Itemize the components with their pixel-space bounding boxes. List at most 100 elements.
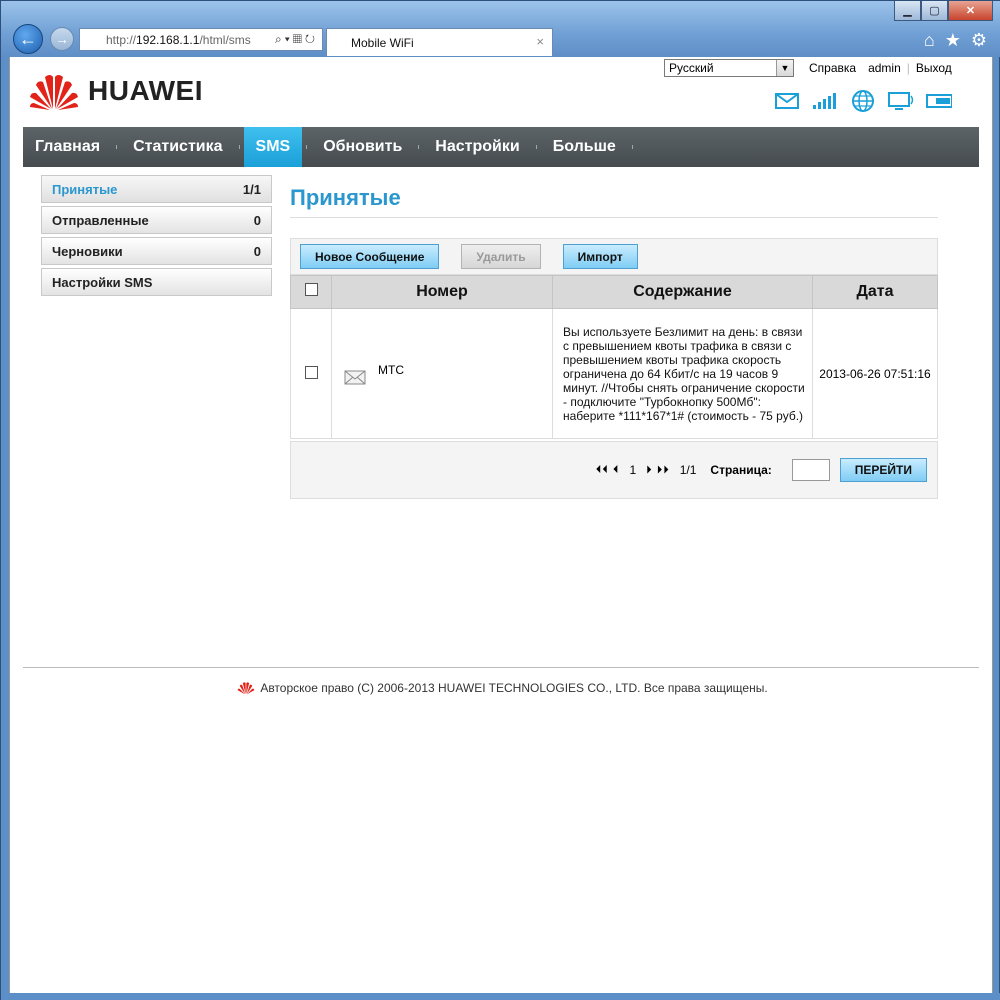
settings-gear-icon[interactable]: ⚙ — [971, 30, 987, 51]
sms-toolbar: Новое Сообщение Удалить Импорт — [290, 238, 938, 275]
sidebar-item-label: Настройки SMS — [52, 274, 153, 290]
message-content[interactable]: Вы используете Безлимит на день: в связи… — [552, 308, 813, 439]
sms-table: Номер Содержание Дата MTC Вы используете… — [290, 275, 938, 439]
language-select[interactable]: Русский ▼ — [664, 59, 794, 77]
import-button[interactable]: Импорт — [562, 244, 638, 269]
language-value: Русский — [669, 61, 714, 75]
row-checkbox[interactable] — [304, 365, 318, 379]
globe-icon — [850, 90, 876, 112]
menu-item-settings[interactable]: Настройки — [423, 127, 531, 167]
menu-item-update[interactable]: Обновить — [311, 127, 414, 167]
huawei-logo: HUAWEI — [28, 71, 203, 111]
browser-status-bar — [1, 993, 1000, 1000]
signal-strength-icon — [812, 90, 838, 112]
chevron-down-icon[interactable]: ▼ — [776, 60, 793, 76]
home-icon[interactable]: ⌂ — [924, 30, 935, 51]
maximize-icon[interactable]: ▢ — [921, 1, 948, 21]
delete-button[interactable]: Удалить — [461, 244, 541, 269]
envelope-read-icon — [344, 370, 366, 384]
search-icon[interactable]: ⌕ — [275, 32, 285, 46]
main-content: Принятые Новое Сообщение Удалить Импорт … — [290, 175, 938, 499]
menu-divider — [418, 145, 420, 149]
address-actions: ⌕▾▦↻ — [275, 32, 318, 47]
sidebar-item-label: Отправленные — [52, 212, 149, 228]
new-message-button[interactable]: Новое Сообщение — [300, 244, 440, 269]
huawei-flower-icon — [30, 75, 78, 110]
tab-close-icon[interactable]: × — [536, 34, 544, 49]
menu-item-statistics[interactable]: Статистика — [121, 127, 234, 167]
sidebar-item-sms-settings[interactable]: Настройки SMS — [41, 268, 272, 296]
sms-sidebar: Принятые 1/1 Отправленные 0 Черновики 0 … — [41, 175, 272, 299]
page-total: 1/1 — [679, 463, 697, 477]
address-path: /html/sms — [199, 32, 251, 47]
sidebar-item-count: 0 — [253, 212, 261, 228]
battery-icon — [926, 90, 952, 112]
top-links: Справка admin | Выход — [803, 61, 958, 75]
help-link[interactable]: Справка — [803, 61, 862, 75]
menu-item-sms[interactable]: SMS — [243, 127, 303, 167]
sidebar-item-count: 0 — [253, 243, 261, 259]
column-header-number[interactable]: Номер — [331, 275, 553, 309]
sidebar-item-drafts[interactable]: Черновики 0 — [41, 237, 272, 265]
row-select-cell — [290, 308, 332, 439]
menu-item-more[interactable]: Больше — [541, 127, 628, 167]
user-name: admin — [868, 61, 901, 75]
compat-view-icon[interactable]: ▦ — [293, 32, 305, 46]
sidebar-item-label: Черновики — [52, 243, 123, 259]
sidebar-item-label: Принятые — [52, 181, 118, 197]
column-header-date[interactable]: Дата — [812, 275, 938, 309]
menu-item-home[interactable]: Главная — [23, 127, 112, 167]
browser-tab[interactable]: Mobile WiFi × — [326, 28, 553, 56]
dropdown-icon[interactable]: ▾ — [285, 32, 293, 46]
menu-divider — [535, 145, 537, 149]
refresh-icon[interactable]: ↻ — [305, 32, 318, 46]
address-bar[interactable]: http://192.168.1.1/html/sms ⌕▾▦↻ — [79, 28, 323, 51]
first-prev-page-icon[interactable]: ⏴⏴ ⏴ — [596, 464, 620, 477]
go-button[interactable]: ПЕРЕЙТИ — [839, 458, 927, 482]
message-date: 2013-06-26 07:51:16 — [812, 308, 938, 439]
menu-divider — [631, 145, 633, 149]
browser-chrome: ▁ ▢ ✕ ← → http://192.168.1.1/html/sms ⌕▾… — [1, 1, 1000, 57]
address-host: 192.168.1.1 — [136, 32, 200, 47]
copyright-text: Авторское право (C) 2006-2013 HUAWEI TEC… — [260, 681, 768, 695]
logo-text: HUAWEI — [88, 75, 203, 106]
pagination: ⏴⏴ ⏴ 1 ⏵ ⏵⏵ 1/1 Страница: ПЕРЕЙТИ — [290, 441, 938, 499]
main-menu: Главная Статистика SMS Обновить Настройк… — [23, 127, 979, 167]
logout-link[interactable]: Выход — [910, 61, 958, 75]
browser-tools: ⌂ ★ ⚙ — [924, 30, 987, 51]
column-header-content[interactable]: Содержание — [552, 275, 813, 309]
number-cell[interactable]: MTC — [331, 308, 553, 439]
sidebar-item-sent[interactable]: Отправленные 0 — [41, 206, 272, 234]
select-all-checkbox[interactable] — [304, 283, 318, 296]
table-row[interactable]: MTC Вы используете Безлимит на день: в с… — [290, 308, 938, 439]
menu-divider — [238, 145, 240, 149]
footer-divider — [23, 667, 979, 668]
current-page-number[interactable]: 1 — [629, 463, 636, 477]
window-controls: ▁ ▢ ✕ — [894, 1, 993, 21]
minimize-icon[interactable]: ▁ — [894, 1, 921, 21]
web-page: Русский ▼ Справка admin | Выход HUAWEI Г… — [9, 57, 993, 993]
select-all-cell — [290, 275, 332, 309]
huawei-small-logo-icon — [237, 682, 255, 695]
browser-window: ▁ ▢ ✕ ← → http://192.168.1.1/html/sms ⌕▾… — [0, 0, 1000, 1000]
table-header-row: Номер Содержание Дата — [290, 275, 938, 309]
next-last-page-icon[interactable]: ⏵ ⏵⏵ — [646, 464, 670, 477]
sms-envelope-icon[interactable] — [774, 90, 800, 112]
sender-number: MTC — [378, 362, 404, 377]
tab-title: Mobile WiFi — [351, 35, 414, 50]
forward-arrow-icon[interactable]: → — [50, 27, 74, 51]
back-arrow-icon[interactable]: ← — [13, 24, 43, 54]
connected-device-icon — [888, 90, 914, 112]
menu-divider — [306, 145, 308, 149]
status-icons — [774, 90, 952, 112]
page-number-input[interactable] — [791, 459, 830, 481]
page-label: Страница: — [710, 463, 772, 477]
address-prefix: http:// — [106, 32, 137, 47]
page-title: Принятые — [290, 175, 938, 218]
favorites-star-icon[interactable]: ★ — [945, 30, 961, 51]
sidebar-item-count: 1/1 — [242, 181, 261, 197]
sidebar-item-inbox[interactable]: Принятые 1/1 — [41, 175, 272, 203]
menu-divider — [116, 145, 118, 149]
footer: Авторское право (C) 2006-2013 HUAWEI TEC… — [10, 681, 994, 695]
close-window-icon[interactable]: ✕ — [948, 1, 993, 21]
